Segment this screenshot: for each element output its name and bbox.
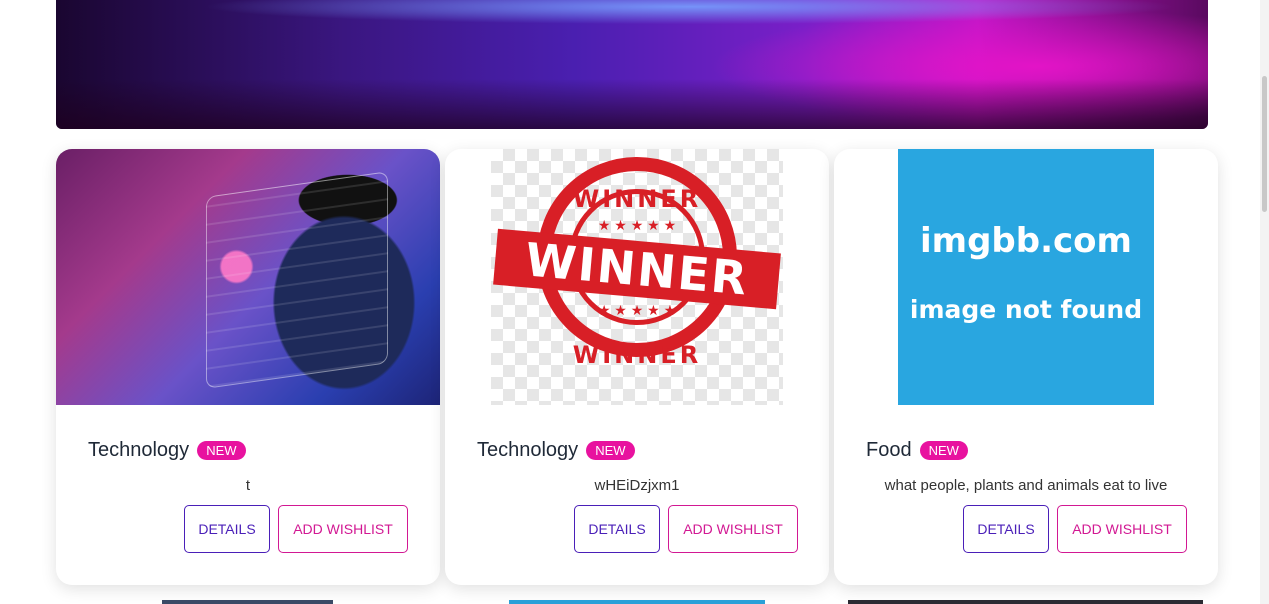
next-card-image-peek	[509, 600, 765, 604]
card-description: what people, plants and animals eat to l…	[884, 477, 1168, 494]
card-image: WINNER ★ ★ ★ ★ ★ WINNER ★ ★ ★ ★ ★ WINNER	[491, 149, 783, 405]
card-title-row: Technology NEW	[477, 439, 635, 462]
add-wishlist-button[interactable]: Add Wishlist	[278, 505, 408, 553]
details-button[interactable]: Details	[963, 505, 1049, 553]
placeholder-line-1: imgbb.com	[920, 221, 1132, 261]
card-category: Food	[866, 439, 912, 461]
add-wishlist-button[interactable]: Add Wishlist	[1057, 505, 1187, 553]
card-image	[56, 149, 440, 405]
page-scrollbar[interactable]	[1260, 0, 1269, 604]
new-badge: NEW	[586, 441, 635, 460]
card-description: wHEiDzjxm1	[594, 477, 680, 494]
seal-bottom-text: WINNER	[572, 341, 702, 369]
details-button[interactable]: Details	[574, 505, 660, 553]
card-description: t	[245, 477, 251, 494]
placeholder-line-2: image not found	[909, 295, 1143, 324]
card-title-row: Food NEW	[866, 439, 968, 462]
hologram-graphic	[206, 171, 388, 389]
blog-card: Technology NEW t Details Add Wishlist	[56, 149, 440, 585]
winner-ribbon: WINNER	[493, 228, 781, 310]
new-badge: NEW	[919, 441, 968, 460]
scrollbar-thumb[interactable]	[1262, 76, 1267, 212]
card-image-placeholder: imgbb.com image not found	[898, 149, 1154, 405]
card-category: Technology	[88, 439, 190, 461]
seal-top-text: WINNER	[572, 185, 702, 213]
new-badge: NEW	[197, 441, 246, 460]
blog-card: imgbb.com image not found Food NEW what …	[834, 149, 1218, 585]
card-category: Technology	[477, 439, 579, 461]
hero-banner-image	[56, 0, 1208, 129]
details-button[interactable]: Details	[184, 505, 270, 553]
next-card-image-peek	[848, 600, 1203, 604]
card-title-row: Technology NEW	[88, 439, 246, 462]
blog-card: WINNER ★ ★ ★ ★ ★ WINNER ★ ★ ★ ★ ★ WINNER…	[445, 149, 829, 585]
seal-stars-bottom: ★ ★ ★ ★ ★	[597, 302, 677, 318]
next-card-image-peek	[162, 600, 333, 604]
add-wishlist-button[interactable]: Add Wishlist	[668, 505, 798, 553]
